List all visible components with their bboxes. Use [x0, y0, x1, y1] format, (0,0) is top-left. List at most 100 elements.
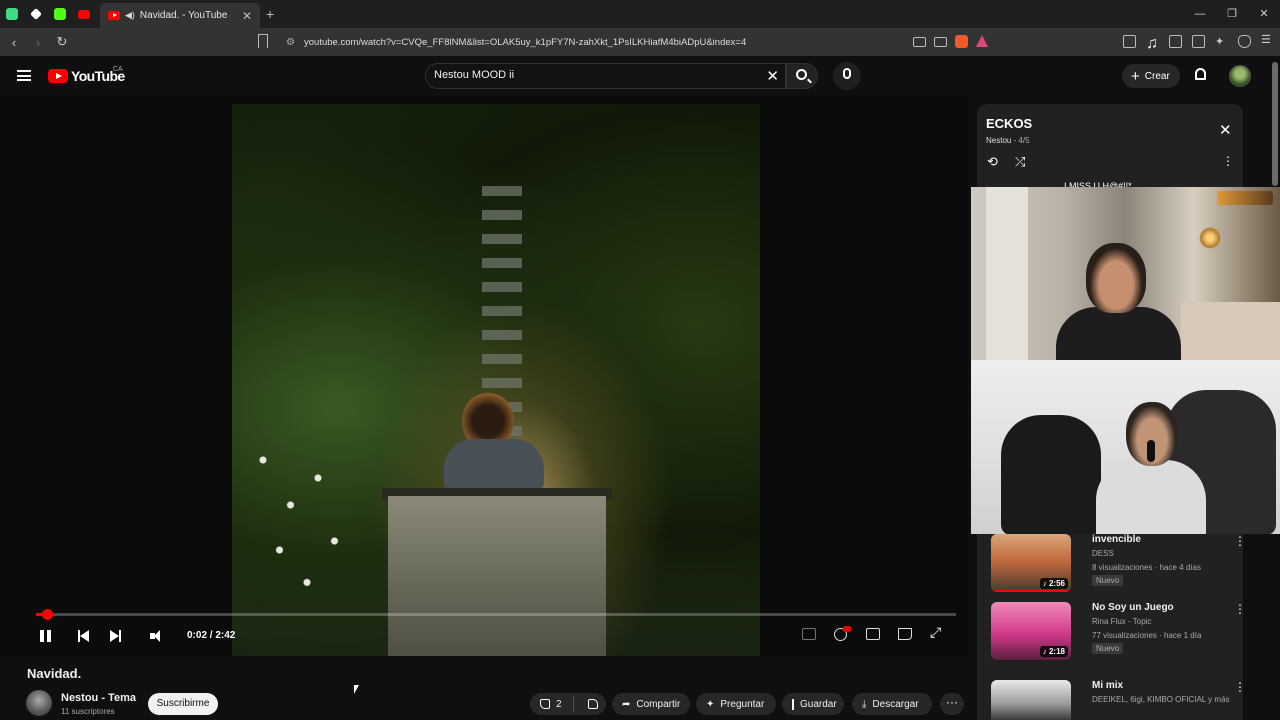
playlist-item-thumbnail[interactable]: ♪ 2:56: [991, 534, 1071, 592]
reload-icon[interactable]: ↻: [52, 34, 72, 50]
vpn-icon[interactable]: [1238, 35, 1251, 48]
share-page-icon[interactable]: [934, 37, 947, 47]
pause-icon[interactable]: [40, 625, 54, 647]
subscriber-count: 11 suscriptores: [61, 707, 115, 716]
extension-icons: ♫ ✦ ☰: [1123, 35, 1274, 52]
more-actions-button[interactable]: ···: [940, 693, 964, 715]
video-stone-slab: [388, 496, 606, 656]
download-label: Descargar: [872, 698, 919, 710]
pinned-tab-1[interactable]: [0, 0, 24, 28]
like-dislike-group: 2: [530, 693, 606, 715]
page-scrollbar[interactable]: [1272, 62, 1278, 186]
new-tab-button[interactable]: +: [266, 6, 274, 22]
search-button[interactable]: [786, 63, 818, 89]
playlist-item-thumbnail[interactable]: ♪ 2:18: [991, 602, 1071, 660]
install-icon[interactable]: [913, 37, 926, 47]
close-playlist-icon[interactable]: ✕: [1219, 121, 1232, 139]
video-flowers: [252, 424, 362, 604]
dislike-button[interactable]: [580, 699, 598, 709]
subscribe-button[interactable]: Suscribirme: [148, 693, 218, 715]
browser-toolbar: ‹ › ↻ ⚙ youtube.com/watch?v=CVQe_FF8lNM&…: [0, 28, 1280, 56]
tab-active[interactable]: ◀) Navidad. - YouTube ✕: [100, 3, 260, 28]
notifications-bell-icon[interactable]: [1195, 68, 1206, 80]
playlist-item[interactable]: ♪ 2:56 invencible DESS 8 visualizaciones…: [977, 534, 1246, 604]
site-settings-icon[interactable]: ⚙: [286, 37, 298, 48]
clear-search-icon[interactable]: ✕: [766, 67, 779, 85]
playlist-item-thumbnail[interactable]: [991, 680, 1071, 720]
scrubber-handle[interactable]: [42, 609, 54, 620]
pinned-tab-3[interactable]: [48, 0, 72, 28]
screenshot-icon[interactable]: [1123, 35, 1136, 48]
channel-avatar[interactable]: [26, 690, 52, 716]
playlist-more-icon[interactable]: ⋮: [1222, 154, 1234, 168]
music-icon[interactable]: ♫: [1146, 35, 1159, 52]
duration-badge: ♪ 2:18: [1039, 646, 1068, 657]
playlist-item-views: 8 visualizaciones · hace 4 días: [1092, 563, 1201, 572]
close-window-icon[interactable]: ✕: [1248, 0, 1280, 28]
watched-progress: [991, 590, 1071, 592]
webcam-bed: [1181, 302, 1280, 360]
create-button[interactable]: + Crear: [1122, 64, 1180, 88]
playlist-owner[interactable]: Nestou: [986, 136, 1011, 145]
loop-icon[interactable]: ⟲: [987, 154, 998, 170]
video-figure-body: [444, 439, 544, 489]
youtube-favicon-icon: [108, 11, 120, 20]
restore-icon[interactable]: ❐: [1216, 0, 1248, 28]
wallet-icon[interactable]: [1192, 35, 1205, 48]
webcam-overlay-top: [971, 187, 1280, 360]
playlist-item-title[interactable]: invencible: [1092, 534, 1141, 545]
playlist-item[interactable]: ♪ 2:18 No Soy un Juego Rina Flux - Topic…: [977, 602, 1246, 672]
fullscreen-icon[interactable]: [930, 624, 944, 641]
save-button[interactable]: Guardar: [782, 693, 844, 715]
shuffle-icon[interactable]: ⤮: [1015, 154, 1025, 170]
account-avatar[interactable]: [1229, 65, 1251, 87]
volume-icon[interactable]: [150, 625, 160, 647]
next-icon[interactable]: [110, 625, 121, 647]
bookmark-save-icon: [792, 698, 794, 710]
window-controls: — ❐ ✕: [1184, 0, 1280, 28]
pinned-tab-2[interactable]: [24, 0, 48, 28]
captions-icon[interactable]: [802, 628, 816, 640]
back-icon[interactable]: ‹: [4, 35, 24, 50]
playlist-item-views: 77 visualizaciones · hace 1 día: [1092, 631, 1202, 640]
playlist-panel: ECKOS Nestou - 4/5 ✕ ⟲ ⤮ ⋮ I MISS U H@#!…: [977, 104, 1243, 192]
share-button[interactable]: ➦ Compartir: [612, 693, 690, 715]
forward-icon[interactable]: ›: [28, 35, 48, 50]
ask-button[interactable]: ✦ Preguntar: [696, 693, 776, 715]
sidebar-icon[interactable]: [1169, 35, 1182, 48]
previous-icon[interactable]: [78, 625, 89, 647]
guide-menu-icon[interactable]: [17, 70, 31, 81]
voice-search-button[interactable]: [833, 62, 861, 90]
plus-icon: +: [1131, 67, 1140, 85]
video-title: Navidad.: [27, 666, 82, 681]
item-more-icon[interactable]: ⋮: [1234, 534, 1246, 548]
youtube-icon: [78, 9, 90, 19]
video-frame[interactable]: [232, 104, 760, 656]
menu-icon[interactable]: ☰: [1261, 35, 1274, 48]
item-more-icon[interactable]: ⋮: [1234, 602, 1246, 616]
item-more-icon[interactable]: ⋮: [1234, 680, 1246, 694]
playlist-title[interactable]: ECKOS: [986, 116, 1032, 131]
playlist-item-title[interactable]: Mi mix: [1092, 680, 1123, 691]
share-icon: ➦: [622, 698, 631, 710]
download-button[interactable]: ⤓ Descargar: [852, 693, 932, 715]
cast-icon[interactable]: [898, 628, 912, 640]
close-tab-icon[interactable]: ✕: [242, 9, 252, 23]
search-input[interactable]: [434, 69, 754, 81]
miniplayer-icon[interactable]: [866, 628, 880, 640]
video-player[interactable]: 0:02 / 2:42: [0, 96, 968, 656]
progress-bar[interactable]: [36, 609, 956, 620]
address-bar[interactable]: ⚙ youtube.com/watch?v=CVQe_FF8lNM&list=O…: [280, 31, 996, 53]
bookmark-icon[interactable]: [258, 34, 268, 48]
minimize-icon[interactable]: —: [1184, 0, 1216, 28]
pinned-tab-4[interactable]: [72, 0, 96, 28]
channel-name[interactable]: Nestou - Tema: [61, 692, 136, 704]
like-button[interactable]: 2: [530, 697, 574, 711]
playlist-item-channel: DESS: [1092, 549, 1114, 558]
search-box[interactable]: ✕: [425, 63, 786, 89]
brave-shields-icon[interactable]: [955, 35, 968, 48]
brave-rewards-icon[interactable]: [976, 35, 988, 47]
playlist-item-title[interactable]: No Soy un Juego: [1092, 602, 1174, 613]
playlist-item[interactable]: Mi mix DEEIKEL, 6igi, KIMBO OFICIAL y má…: [977, 680, 1246, 720]
ai-icon[interactable]: ✦: [1215, 35, 1228, 48]
